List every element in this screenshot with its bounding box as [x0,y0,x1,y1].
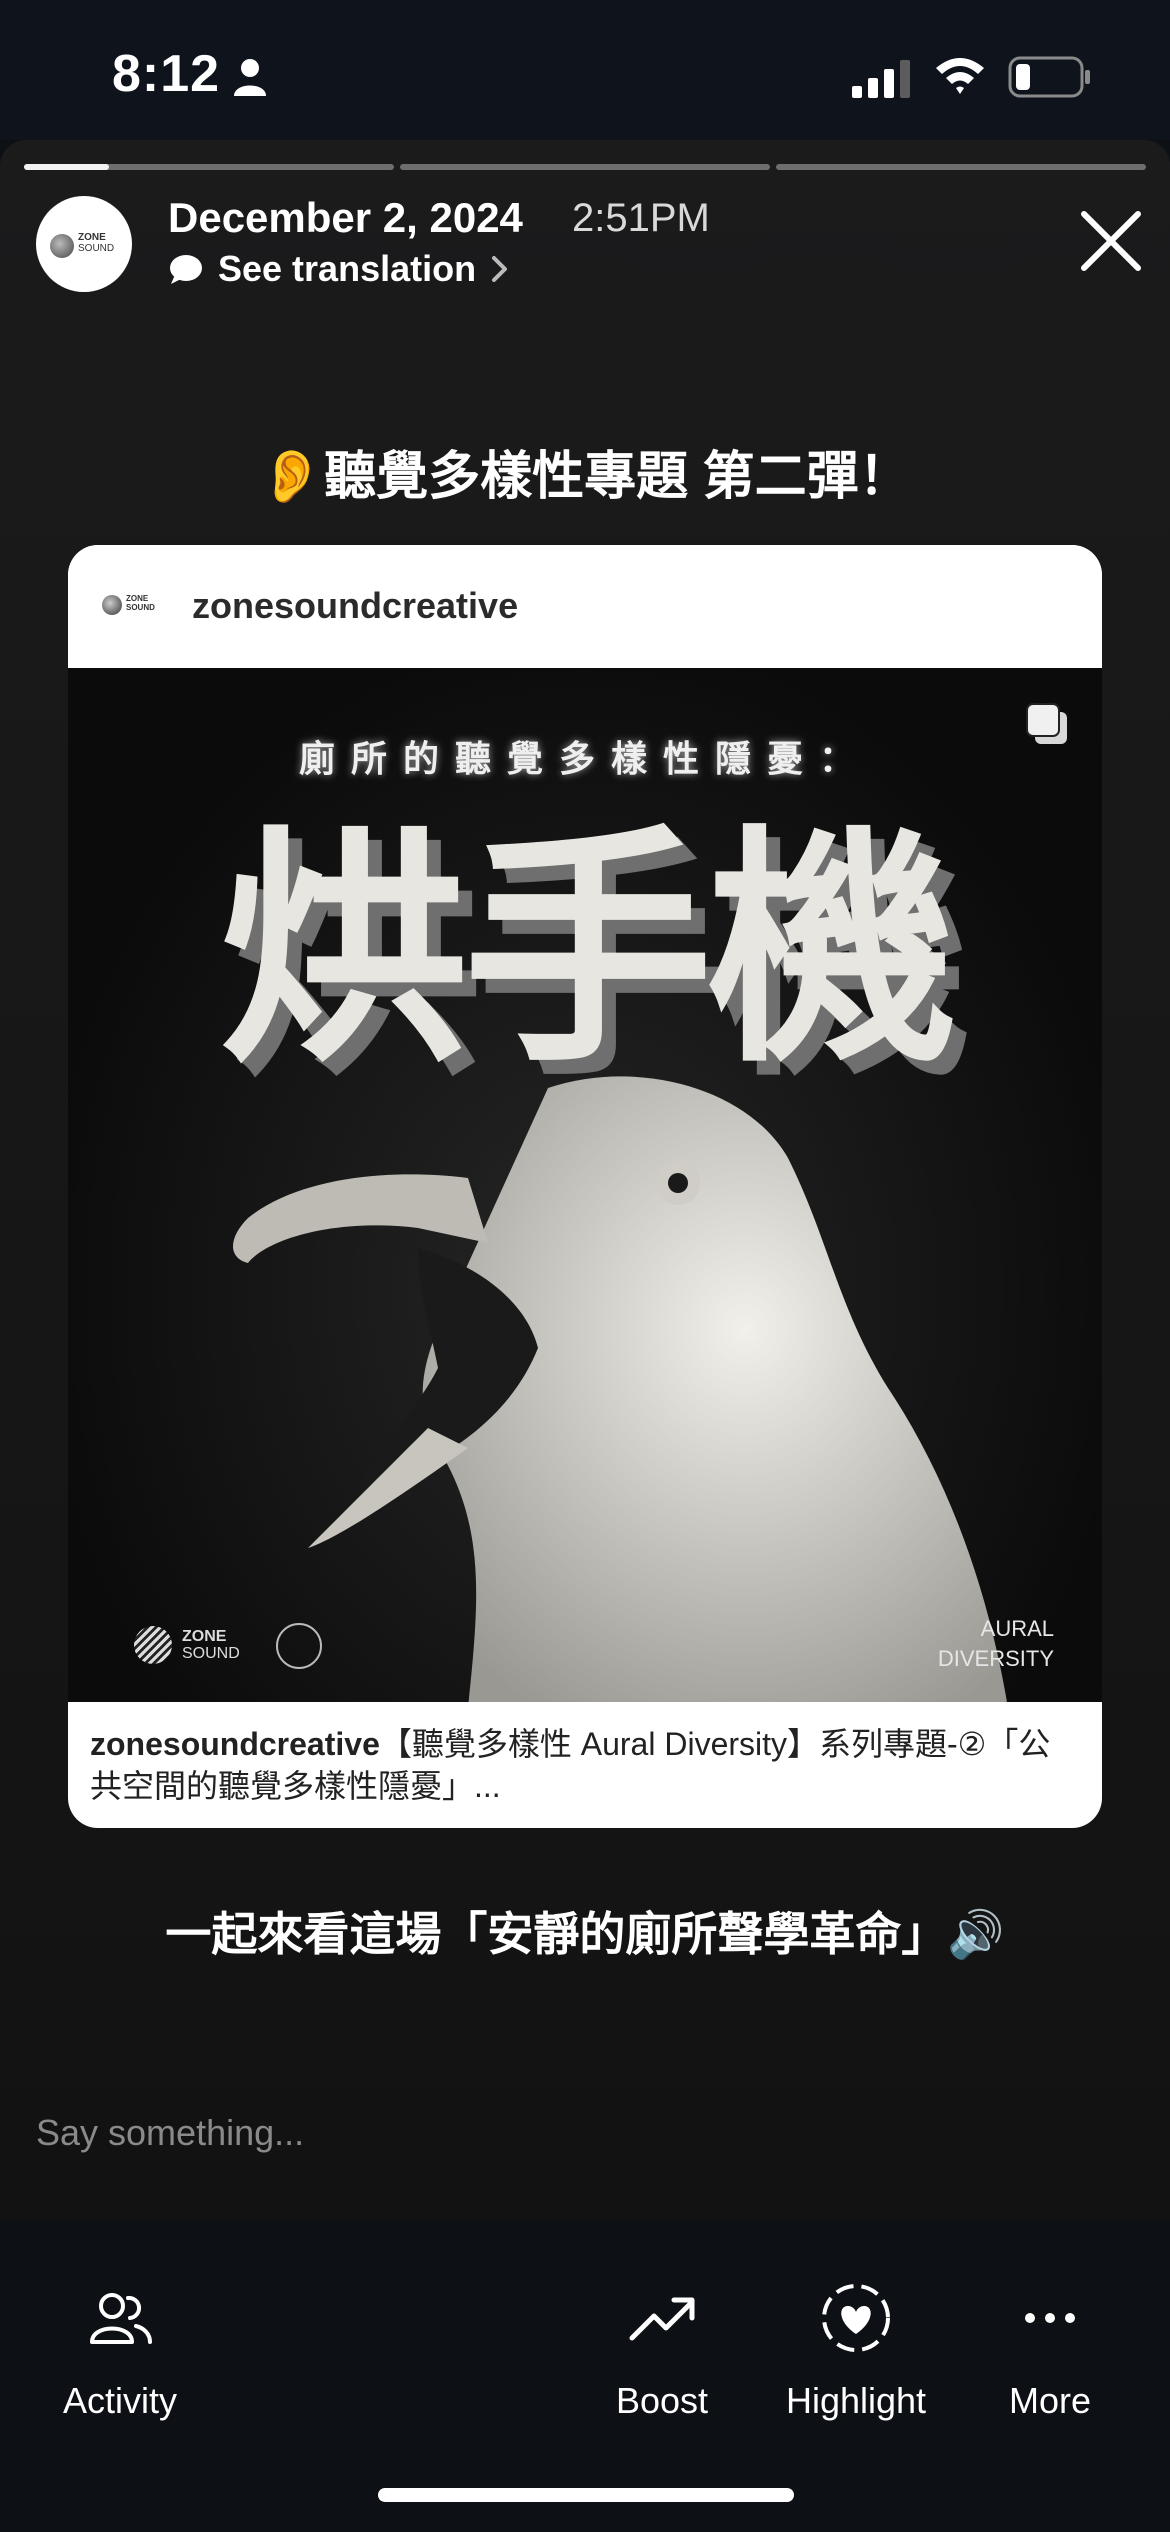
story-time: 2:51PM [572,196,710,240]
caption-username: zonesoundcreative [90,1726,380,1762]
story-progress-segment [24,164,394,170]
shared-post-card[interactable]: ZONE SOUND zonesoundcreative 廁所的聽覺多樣性隱憂：… [68,545,1102,1828]
shared-post-username[interactable]: zonesoundcreative [192,585,518,627]
more-label: More [1008,2380,1092,2421]
highlight-heart-icon [822,2284,890,2352]
activity-people-icon [90,2293,152,2344]
activity-label: Activity [62,2380,177,2421]
avatar[interactable]: ZONE SOUND [36,196,132,292]
mini-avatar-line2: SOUND [126,603,155,612]
status-time: 8:12 [112,45,221,103]
avatar-logo-line1: ZONE [78,232,106,243]
avatar-logo-text: ZONE SOUND [78,232,114,254]
home-indicator[interactable] [378,2488,794,2502]
zone-sound-logo-icon [134,1626,172,1664]
story-subline: 一起來看這場「安靜的廁所聲學革命」🔊 [165,1908,1005,1960]
carousel-stack-icon [1026,703,1067,744]
badge-icon [276,1623,322,1669]
boost-button[interactable]: Boost [606,2280,718,2422]
wifi-icon [936,58,984,94]
boost-label: Boost [615,2380,709,2421]
shared-post-caption[interactable]: zonesoundcreative【聽覺多樣性 Aural Diversity】… [90,1723,1080,1807]
bottom-toolbar: Activity Boost Highlight More [0,2220,1170,2532]
shared-post-header[interactable]: ZONE SOUND zonesoundcreative [68,545,1102,668]
mini-avatar-text: ZONE SOUND [126,594,155,612]
see-translation-label: See translation [218,248,477,289]
poster-title: 烘手機 [219,802,957,1096]
chevron-right-icon [492,256,508,282]
trending-up-icon [629,2297,695,2341]
mini-avatar: ZONE SOUND [102,591,162,621]
activity-button[interactable]: Activity [58,2280,182,2422]
zone-sound-logo-icon [102,595,122,615]
reply-input[interactable]: Say something... [36,2112,304,2154]
highlight-button[interactable]: Highlight [778,2280,934,2422]
poster-logo: ZONE SOUND [134,1626,240,1664]
person-icon [234,59,266,96]
story-viewer[interactable]: ZONE SOUND December 2, 2024 2:51PM See t… [0,140,1170,2220]
story-headline: 👂聽覺多樣性專題 第二彈！ [259,448,911,506]
post-image[interactable]: 廁所的聽覺多樣性隱憂： 烘手機 烘手機 ZONE SOUND AURAL DIV… [68,668,1102,1702]
poster-subtitle: 廁所的聽覺多樣性隱憂： [298,738,871,780]
poster-logo-line1: ZONE [182,1628,227,1645]
see-translation-button[interactable]: See translation [168,244,510,294]
mini-avatar-line1: ZONE [126,594,149,603]
more-dots-icon [1025,2313,1075,2323]
zone-sound-logo-icon [50,234,74,258]
poster-corner-line2: DIVERSITY [937,1646,1054,1671]
poster-logo-line2: SOUND [182,1645,240,1662]
more-button[interactable]: More [1000,2280,1100,2422]
avatar-logo-line2: SOUND [78,243,115,254]
poster-corner-text: AURAL DIVERSITY [938,1614,1054,1674]
speech-bubble-icon [170,255,202,284]
seagull-image [233,1076,1007,1702]
cellular-signal-icon [852,60,910,98]
story-progress-segment [400,164,770,170]
highlight-label: Highlight [785,2380,927,2421]
status-bar: 8:12 [0,0,1170,140]
poster-corner-line1: AURAL [980,1616,1054,1641]
story-date: December 2, 2024 [168,194,523,241]
battery-icon [1008,56,1090,98]
story-progress-fill [24,164,110,170]
poster-logo-text: ZONE SOUND [182,1628,240,1662]
close-icon[interactable] [1076,206,1146,276]
story-progress-segment [776,164,1146,170]
